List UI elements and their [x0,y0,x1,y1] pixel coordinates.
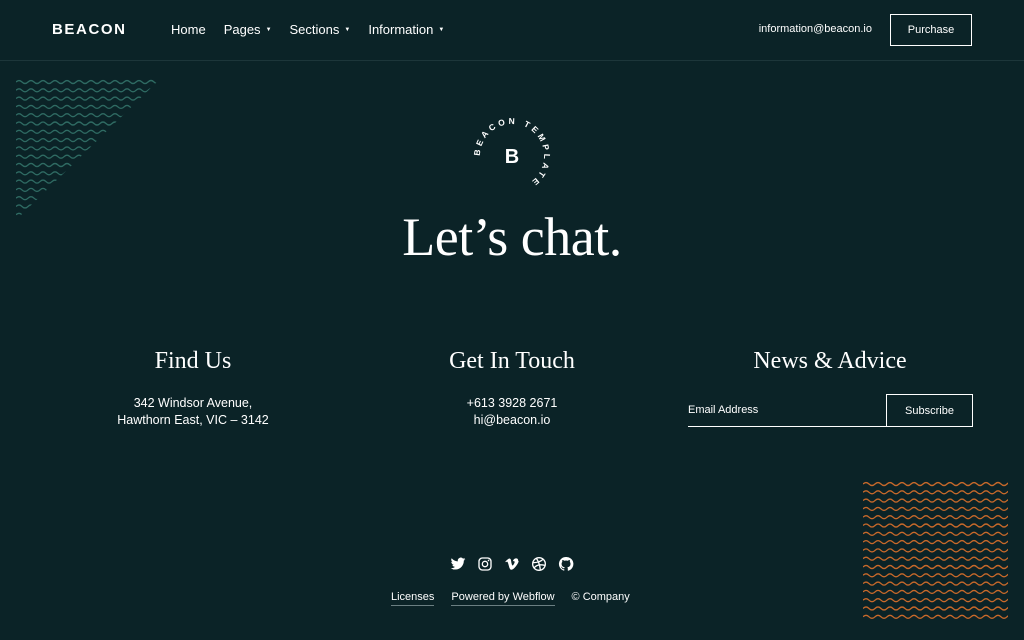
social-links [450,556,574,572]
header-email-link[interactable]: information@beacon.io [759,23,872,35]
decorative-waves [16,79,161,217]
dribbble-icon[interactable] [531,556,547,572]
nav-sections[interactable]: Sections ▼ [290,22,351,37]
email-field[interactable] [688,394,886,427]
main-nav: Home Pages ▼ Sections ▼ Information ▼ [171,22,444,37]
caret-down-icon: ▼ [344,27,351,33]
badge-logo: BEACON TEMPLATE B [472,116,549,189]
powered-by-link[interactable]: Powered by Webflow [451,591,555,606]
github-icon[interactable] [558,556,574,572]
badge-letter: B [505,146,519,168]
nav-label: Pages [223,22,261,37]
address-line: Hawthorn East, VIC – 3142 [117,413,269,427]
get-in-touch-title: Get In Touch [449,348,575,374]
contact-details: +613 3928 2671 hi@beacon.io [362,395,662,429]
instagram-icon[interactable] [477,556,493,572]
purchase-button[interactable]: Purchase [890,14,972,46]
caret-down-icon: ▼ [438,27,445,33]
address: 342 Windsor Avenue, Hawthorn East, VIC –… [43,395,343,429]
subscribe-button[interactable]: Subscribe [886,394,973,427]
page-title: Let’s chat. [402,207,622,267]
caret-down-icon: ▼ [265,27,272,33]
nav-label: Home [171,22,206,37]
nav-label: Information [368,22,434,37]
site-header: BEACON Home Pages ▼ Sections ▼ Informati… [0,0,1024,61]
address-line: 342 Windsor Avenue, [133,396,253,410]
email-link[interactable]: hi@beacon.io [362,412,662,429]
find-us-title: Find Us [154,348,232,374]
news-title: News & Advice [753,348,907,374]
licenses-link[interactable]: Licenses [391,591,435,606]
footer-links: Licenses Powered by Webflow © Company [391,591,630,606]
nav-information[interactable]: Information ▼ [368,22,444,37]
nav-pages[interactable]: Pages ▼ [224,22,272,37]
nav-label: Sections [289,22,340,37]
nav-home[interactable]: Home [171,22,206,37]
twitter-icon[interactable] [450,556,466,572]
phone-link[interactable]: +613 3928 2671 [362,395,662,412]
copyright: © Company [571,591,630,603]
vimeo-icon[interactable] [504,556,520,572]
decorative-waves [863,481,1008,619]
logo[interactable]: BEACON [52,21,127,38]
